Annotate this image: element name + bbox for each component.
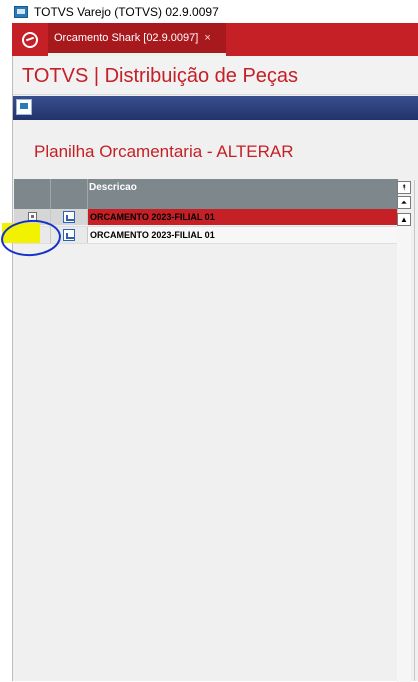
column-header-mark[interactable] bbox=[14, 179, 51, 209]
window-toolbar-icon[interactable] bbox=[16, 99, 32, 115]
edit-record-icon[interactable] bbox=[63, 229, 75, 241]
column-header-descricao[interactable]: Descricao bbox=[89, 182, 137, 193]
app-window-icon bbox=[14, 5, 28, 18]
page-title: Planilha Orcamentaria - ALTERAR bbox=[34, 142, 294, 161]
scroll-top-button[interactable]: ⯭ bbox=[397, 181, 411, 194]
tab-label: Orcamento Shark [02.9.0097] bbox=[54, 32, 199, 44]
row-icon-cell[interactable] bbox=[51, 209, 88, 225]
table-row[interactable]: ORCAMENTO 2023-FILIAL 01 bbox=[14, 226, 398, 244]
edit-record-icon[interactable] bbox=[63, 211, 75, 223]
grid: Descricao ORCAMENTO 2023-FILIAL 01 ORCAM… bbox=[14, 179, 398, 679]
totvs-logo-icon[interactable] bbox=[12, 23, 48, 56]
column-header-icon[interactable] bbox=[51, 179, 88, 209]
table-row[interactable]: ORCAMENTO 2023-FILIAL 01 bbox=[14, 209, 398, 225]
scroll-up-button[interactable]: ▲ bbox=[397, 213, 411, 226]
close-tab-icon[interactable]: × bbox=[204, 32, 210, 44]
window-title: TOTVS Varejo (TOTVS) 02.9.0097 bbox=[34, 4, 219, 19]
app-header: TOTVS | Distribuição de Peças bbox=[13, 56, 418, 95]
vertical-scrollbar[interactable] bbox=[397, 226, 411, 682]
window-titlebar: TOTVS Varejo (TOTVS) 02.9.0097 bbox=[0, 0, 418, 23]
scroll-page-up-button[interactable]: ⏶ bbox=[397, 196, 411, 209]
tab-orcamento-shark[interactable]: Orcamento Shark [02.9.0097] × bbox=[48, 23, 226, 56]
content-area: TOTVS | Distribuição de Peças Planilha O… bbox=[12, 56, 418, 681]
app-title: TOTVS | Distribuição de Peças bbox=[22, 65, 299, 87]
row-descricao[interactable]: ORCAMENTO 2023-FILIAL 01 bbox=[88, 227, 398, 243]
tab-bar: Orcamento Shark [02.9.0097] × bbox=[12, 23, 418, 56]
row-descricao[interactable]: ORCAMENTO 2023-FILIAL 01 bbox=[88, 209, 398, 225]
grid-header: Descricao bbox=[14, 179, 398, 209]
divider bbox=[414, 180, 415, 681]
toolbar bbox=[13, 96, 418, 120]
